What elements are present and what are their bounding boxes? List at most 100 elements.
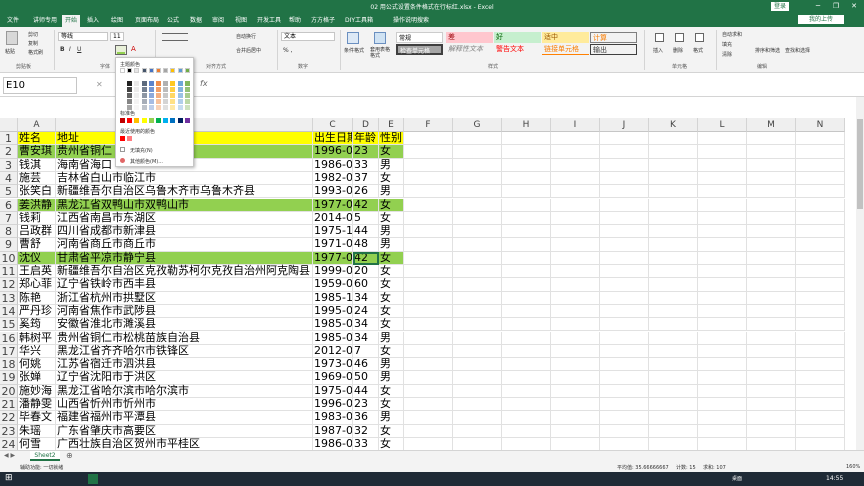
data-cell[interactable]: 男 [379, 371, 404, 385]
empty-cell[interactable] [649, 171, 698, 186]
empty-cell[interactable] [453, 437, 502, 450]
empty-cell[interactable] [698, 225, 747, 239]
empty-cell[interactable] [404, 344, 453, 359]
empty-cell[interactable] [404, 291, 453, 305]
empty-cell[interactable] [649, 265, 698, 279]
empty-cell[interactable] [600, 145, 649, 159]
sheet-tab-active[interactable]: Sheet2 [30, 451, 60, 461]
empty-cell[interactable] [404, 132, 453, 146]
zoom-level[interactable]: 160% [846, 464, 860, 470]
data-cell[interactable]: 20 [353, 265, 379, 279]
tab-5[interactable]: 页面布局 [132, 15, 162, 27]
theme-tint-swatch[interactable] [120, 87, 125, 92]
data-cell[interactable]: 1985-10-24 [313, 291, 353, 305]
empty-cell[interactable] [404, 318, 453, 332]
paste-icon[interactable] [6, 31, 18, 45]
data-cell[interactable]: 1993-04-13 [313, 185, 353, 199]
theme-tint-swatch[interactable] [127, 87, 133, 92]
currency-icon[interactable]: % , [283, 47, 293, 54]
empty-cell[interactable] [600, 304, 649, 319]
data-cell[interactable]: 男 [379, 185, 404, 199]
data-cell[interactable]: 钱莉 [18, 211, 56, 226]
empty-cell[interactable] [747, 198, 796, 212]
empty-cell[interactable] [404, 185, 453, 199]
data-cell[interactable]: 1975-10-24 [313, 225, 353, 239]
excel-taskbar-icon[interactable] [88, 474, 98, 484]
row-header[interactable]: 22 [0, 411, 18, 425]
theme-swatch[interactable] [134, 68, 140, 73]
data-cell[interactable]: 女 [379, 437, 404, 450]
empty-cell[interactable] [649, 278, 698, 292]
empty-cell[interactable] [404, 304, 453, 319]
empty-cell[interactable] [649, 291, 698, 305]
empty-cell[interactable] [698, 304, 747, 319]
data-cell[interactable]: 42 [353, 198, 379, 212]
empty-cell[interactable] [551, 358, 600, 372]
fill-color-dropdown[interactable]: 主题颜色 标准色 最近使用的颜色 无填充(N) 其他颜色(M)... [115, 57, 194, 167]
empty-cell[interactable] [600, 185, 649, 199]
theme-tint-swatch[interactable] [134, 105, 140, 110]
row-header[interactable]: 1 [0, 132, 18, 146]
tab-3[interactable]: 插入 [84, 15, 102, 27]
theme-swatch[interactable] [177, 68, 183, 73]
empty-cell[interactable] [551, 265, 600, 279]
empty-cell[interactable] [649, 344, 698, 359]
data-cell[interactable]: 女 [379, 198, 404, 212]
empty-cell[interactable] [796, 132, 845, 146]
data-cell[interactable]: 广东省肇庆市高要区 [56, 424, 313, 438]
empty-cell[interactable] [551, 304, 600, 319]
no-fill-option[interactable]: 无填充(N) [130, 147, 153, 154]
empty-cell[interactable] [747, 211, 796, 226]
empty-cell[interactable] [747, 278, 796, 292]
copy-button[interactable]: 复制 [28, 40, 38, 47]
empty-cell[interactable] [747, 398, 796, 412]
empty-cell[interactable] [502, 265, 551, 279]
clear-button[interactable]: 清除 [722, 51, 732, 58]
empty-cell[interactable] [453, 411, 502, 425]
empty-cell[interactable] [600, 384, 649, 398]
empty-cell[interactable] [796, 211, 845, 226]
standard-swatch[interactable] [163, 118, 169, 123]
tab-12[interactable]: 方方格子 [308, 15, 338, 27]
empty-cell[interactable] [600, 331, 649, 345]
empty-cell[interactable] [404, 278, 453, 292]
data-cell[interactable]: 施妙海 [18, 384, 56, 398]
data-cell[interactable]: 韩树平 [18, 331, 56, 345]
empty-cell[interactable] [600, 344, 649, 359]
data-cell[interactable]: 女 [379, 171, 404, 186]
empty-cell[interactable] [453, 331, 502, 345]
empty-cell[interactable] [453, 251, 502, 265]
data-cell[interactable]: 1986-03-22 [313, 158, 353, 172]
empty-cell[interactable] [747, 318, 796, 332]
theme-swatch[interactable] [127, 68, 133, 73]
empty-cell[interactable] [698, 198, 747, 212]
tab-13[interactable]: DIY工具箱 [342, 15, 376, 27]
data-cell[interactable]: 姜洪静 [18, 198, 56, 212]
standard-swatch[interactable] [134, 118, 140, 123]
data-cell[interactable]: 朱瑶 [18, 424, 56, 438]
empty-cell[interactable] [796, 278, 845, 292]
select-all-corner[interactable] [0, 118, 18, 132]
column-header-F[interactable]: F [404, 118, 453, 132]
empty-cell[interactable] [453, 424, 502, 438]
empty-cell[interactable] [649, 238, 698, 252]
empty-cell[interactable] [600, 411, 649, 425]
empty-cell[interactable] [796, 158, 845, 172]
theme-tint-swatch[interactable] [184, 87, 190, 92]
theme-tint-swatch[interactable] [127, 99, 133, 104]
insert-cells-button[interactable]: 插入 [653, 47, 663, 54]
empty-cell[interactable] [453, 278, 502, 292]
theme-tint-swatch[interactable] [127, 93, 133, 98]
data-cell[interactable]: 女 [379, 265, 404, 279]
row-header[interactable]: 12 [0, 278, 18, 292]
data-cell[interactable]: 1999-01-02 [313, 265, 353, 279]
empty-cell[interactable] [796, 371, 845, 385]
empty-cell[interactable] [600, 198, 649, 212]
empty-cell[interactable] [600, 398, 649, 412]
empty-cell[interactable] [796, 198, 845, 212]
style-neutral[interactable]: 适中 [542, 32, 589, 43]
empty-cell[interactable] [453, 132, 502, 146]
style-linked-cell[interactable]: 链接单元格 [542, 44, 589, 55]
data-cell[interactable]: 施芸 [18, 171, 56, 186]
empty-cell[interactable] [551, 411, 600, 425]
